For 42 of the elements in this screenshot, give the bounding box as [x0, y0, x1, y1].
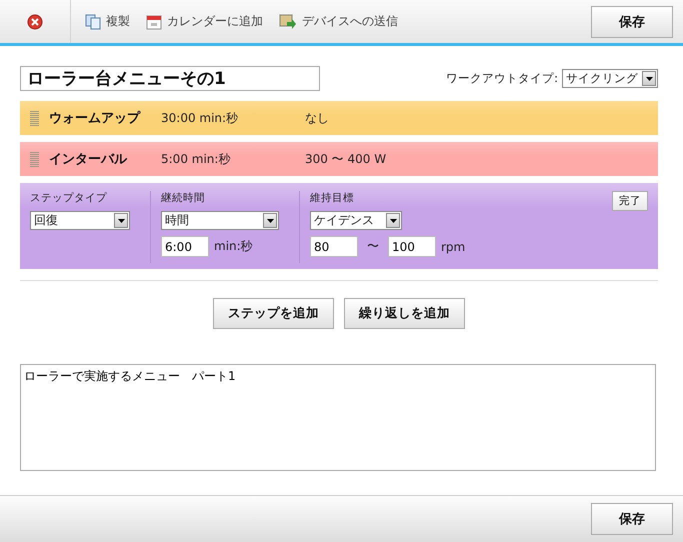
toolbar-item[interactable]: カレンダーに追加 — [144, 13, 265, 30]
duration-field[interactable]: 6:00 — [161, 236, 209, 257]
target-high-field[interactable]: 100 — [388, 236, 436, 257]
step-type-label: ステップタイプ — [30, 191, 108, 205]
duration-label: 継続時間 — [161, 191, 206, 205]
dropdown-arrow-icon — [390, 218, 396, 222]
toolbar-item[interactable]: デバイスへの送信 — [277, 13, 400, 30]
save-button[interactable]: 保存 — [591, 503, 673, 535]
toolbar-item[interactable]: 複製 — [83, 13, 132, 30]
dropdown-arrow-icon — [266, 218, 274, 222]
target-low-field[interactable]: 80 — [310, 236, 358, 257]
step-target: なし — [305, 110, 329, 126]
notes-field[interactable]: ローラーで実施するメニュー パート1 — [20, 364, 656, 471]
step-duration: 5:00 min:秒 — [161, 150, 232, 168]
target-label: 維持目標 — [310, 191, 355, 205]
step-name: インターバル — [49, 151, 128, 168]
step-type-dropdown[interactable]: 回復 — [30, 211, 130, 230]
device-icon — [279, 14, 297, 30]
duration-type-dropdown[interactable]: 時間 — [161, 211, 279, 230]
target-type-dropdown[interactable]: ケイデンス — [310, 211, 402, 230]
step-row[interactable]: インターバル 5:00 min:秒 300 〜 400 W — [20, 142, 658, 176]
dropdown-arrow-icon — [646, 76, 652, 80]
step-target: 300 〜 400 W — [305, 150, 386, 168]
save-button[interactable]: 保存 — [591, 6, 673, 38]
dropdown-arrow-icon — [118, 218, 124, 222]
duration-unit: min:秒 — [214, 238, 253, 255]
copy-icon — [85, 14, 101, 30]
workout-type-label: ワークアウトタイプ: — [446, 71, 558, 86]
range-separator: 〜 — [367, 238, 379, 255]
add-button[interactable]: 繰り返しを追加 — [344, 298, 465, 329]
done-button[interactable]: 完了 — [612, 191, 648, 211]
target-unit: rpm — [441, 240, 466, 254]
drag-handle-icon[interactable] — [30, 110, 39, 126]
title-field[interactable]: ローラー台メニューその1 — [20, 66, 320, 91]
drag-handle-icon[interactable] — [30, 150, 39, 168]
add-button[interactable]: ステップを追加 — [213, 298, 334, 329]
calendar-icon — [146, 14, 162, 30]
step-row[interactable]: ウォームアップ 30:00 min:秒 なし — [20, 101, 658, 135]
step-duration: 30:00 min:秒 — [161, 110, 240, 126]
close-icon[interactable] — [27, 14, 43, 30]
step-name: ウォームアップ — [49, 110, 142, 127]
workout-type-dropdown[interactable]: サイクリング — [562, 69, 658, 88]
